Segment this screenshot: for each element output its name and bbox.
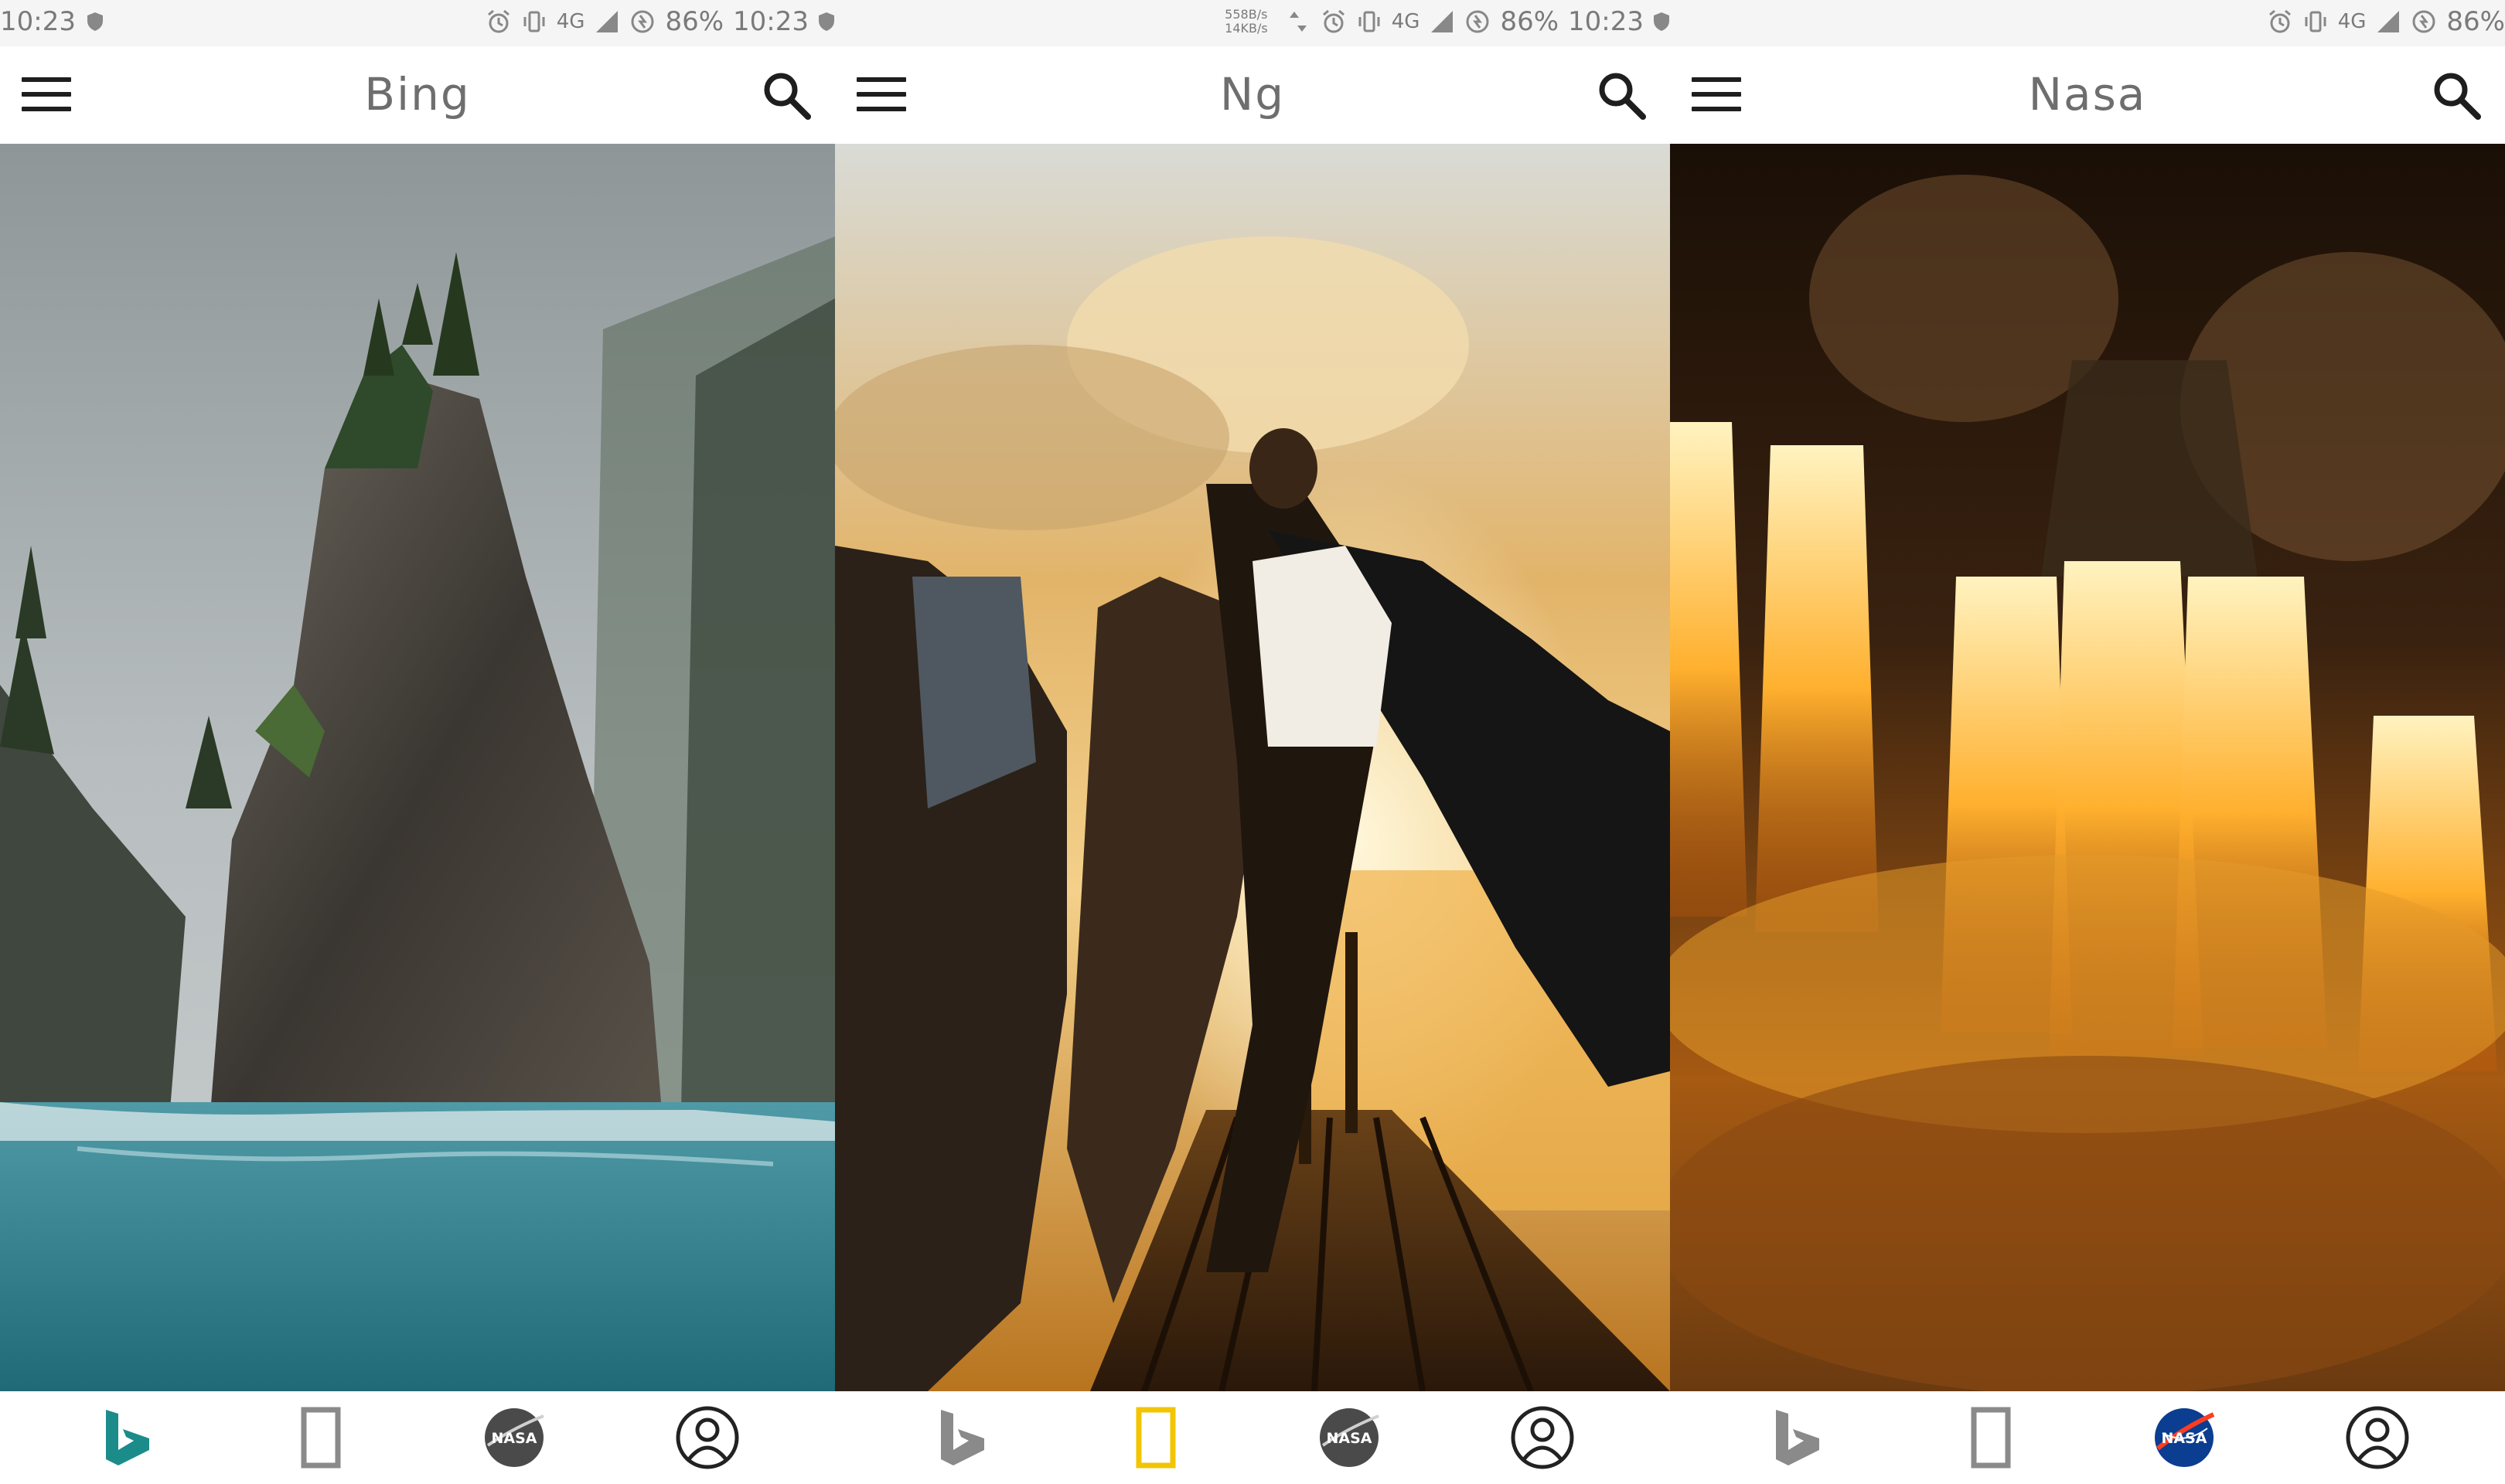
nasa-icon: NASA bbox=[2155, 1408, 2215, 1467]
nasa-icon: NASA bbox=[485, 1408, 544, 1467]
app-bar: Bing bbox=[0, 46, 835, 144]
nav-natgeo-button[interactable] bbox=[1956, 1403, 2026, 1472]
network-speed: 558B/s 14KB/s bbox=[1225, 8, 1268, 36]
nav-natgeo-button[interactable] bbox=[286, 1403, 356, 1472]
bing-icon bbox=[1776, 1410, 1819, 1465]
search-icon[interactable] bbox=[761, 70, 812, 121]
battery-percent: 86% bbox=[665, 6, 724, 37]
wallpaper-image-bing[interactable] bbox=[0, 144, 835, 1391]
app-bar: Ng bbox=[835, 46, 1670, 144]
page-title: Nasa bbox=[2028, 68, 2147, 121]
shield-icon bbox=[87, 12, 103, 31]
shield-icon bbox=[819, 12, 834, 31]
natgeo-icon bbox=[1971, 1407, 2011, 1469]
screens-container: 10:23 4G 86% 10:23 Bing NASA 558B/s 14KB… bbox=[0, 0, 2505, 1484]
page-title: Bing bbox=[364, 68, 471, 121]
page-title: Ng bbox=[1219, 68, 1286, 121]
app-bar: Nasa bbox=[1670, 46, 2505, 144]
bing-icon bbox=[941, 1410, 984, 1465]
nav-bing-button[interactable] bbox=[928, 1403, 997, 1472]
battery-saver-icon bbox=[631, 10, 654, 33]
data-arrows-icon bbox=[1289, 12, 1307, 32]
bottom-nav: NASA bbox=[1670, 1391, 2505, 1484]
svg-text:NASA: NASA bbox=[492, 1430, 537, 1447]
battery-saver-icon bbox=[2412, 10, 2435, 33]
search-icon[interactable] bbox=[2431, 70, 2482, 121]
battery-percent: 86% bbox=[2446, 6, 2505, 37]
nav-nasa-button[interactable]: NASA bbox=[479, 1403, 549, 1472]
profile-icon bbox=[1511, 1406, 1574, 1469]
screen-ng: 558B/s 14KB/s 4G 86% 10:23 Ng NASA bbox=[835, 0, 1670, 1484]
profile-icon bbox=[2346, 1406, 2409, 1469]
status-bar: 10:23 4G 86% 10:23 bbox=[0, 0, 835, 46]
network-type: 4G bbox=[2337, 10, 2367, 33]
alarm-icon bbox=[2268, 9, 2291, 33]
svg-text:NASA: NASA bbox=[2162, 1430, 2207, 1447]
bottom-nav: NASA bbox=[0, 1391, 835, 1484]
nav-nasa-button[interactable]: NASA bbox=[2149, 1403, 2219, 1472]
status-time: 10:23 bbox=[1568, 6, 1644, 37]
natgeo-icon bbox=[1136, 1407, 1176, 1469]
status-time: 10:23 bbox=[0, 6, 76, 37]
svg-text:NASA: NASA bbox=[1327, 1430, 1372, 1447]
nav-profile-button[interactable] bbox=[1508, 1403, 1577, 1472]
status-time-right: 10:23 bbox=[733, 6, 809, 37]
nav-natgeo-button[interactable] bbox=[1121, 1403, 1191, 1472]
vibrate-icon bbox=[1358, 11, 1380, 32]
alarm-icon bbox=[487, 9, 510, 33]
speed-up: 558B/s bbox=[1225, 7, 1268, 22]
battery-saver-icon bbox=[1466, 10, 1489, 33]
signal-icon bbox=[596, 11, 619, 32]
signal-icon bbox=[1431, 11, 1454, 32]
nav-nasa-button[interactable]: NASA bbox=[1314, 1403, 1384, 1472]
status-bar: 558B/s 14KB/s 4G 86% 10:23 bbox=[835, 0, 1670, 46]
status-bar: 4G 86% bbox=[1670, 0, 2505, 46]
bottom-nav: NASA bbox=[835, 1391, 1670, 1484]
screen-bing: 10:23 4G 86% 10:23 Bing NASA bbox=[0, 0, 835, 1484]
nav-profile-button[interactable] bbox=[673, 1403, 742, 1472]
bing-icon bbox=[106, 1410, 149, 1465]
signal-icon bbox=[2377, 11, 2400, 32]
speed-down: 14KB/s bbox=[1225, 21, 1268, 36]
shield-icon bbox=[1654, 12, 1669, 31]
alarm-icon bbox=[1322, 9, 1345, 33]
vibrate-icon bbox=[2305, 11, 2326, 32]
network-type: 4G bbox=[556, 10, 585, 33]
vibrate-icon bbox=[523, 11, 545, 32]
screen-nasa: 4G 86% Nasa NASA bbox=[1670, 0, 2505, 1484]
profile-icon bbox=[676, 1406, 739, 1469]
nav-bing-button[interactable] bbox=[93, 1403, 162, 1472]
natgeo-icon bbox=[301, 1407, 341, 1469]
nasa-icon: NASA bbox=[1320, 1408, 1379, 1467]
battery-percent: 86% bbox=[1500, 6, 1559, 37]
search-icon[interactable] bbox=[1596, 70, 1647, 121]
wallpaper-image-ng[interactable] bbox=[835, 144, 1670, 1391]
wallpaper-image-nasa[interactable] bbox=[1670, 144, 2505, 1391]
network-type: 4G bbox=[1391, 10, 1420, 33]
nav-bing-button[interactable] bbox=[1763, 1403, 1832, 1472]
nav-profile-button[interactable] bbox=[2343, 1403, 2412, 1472]
